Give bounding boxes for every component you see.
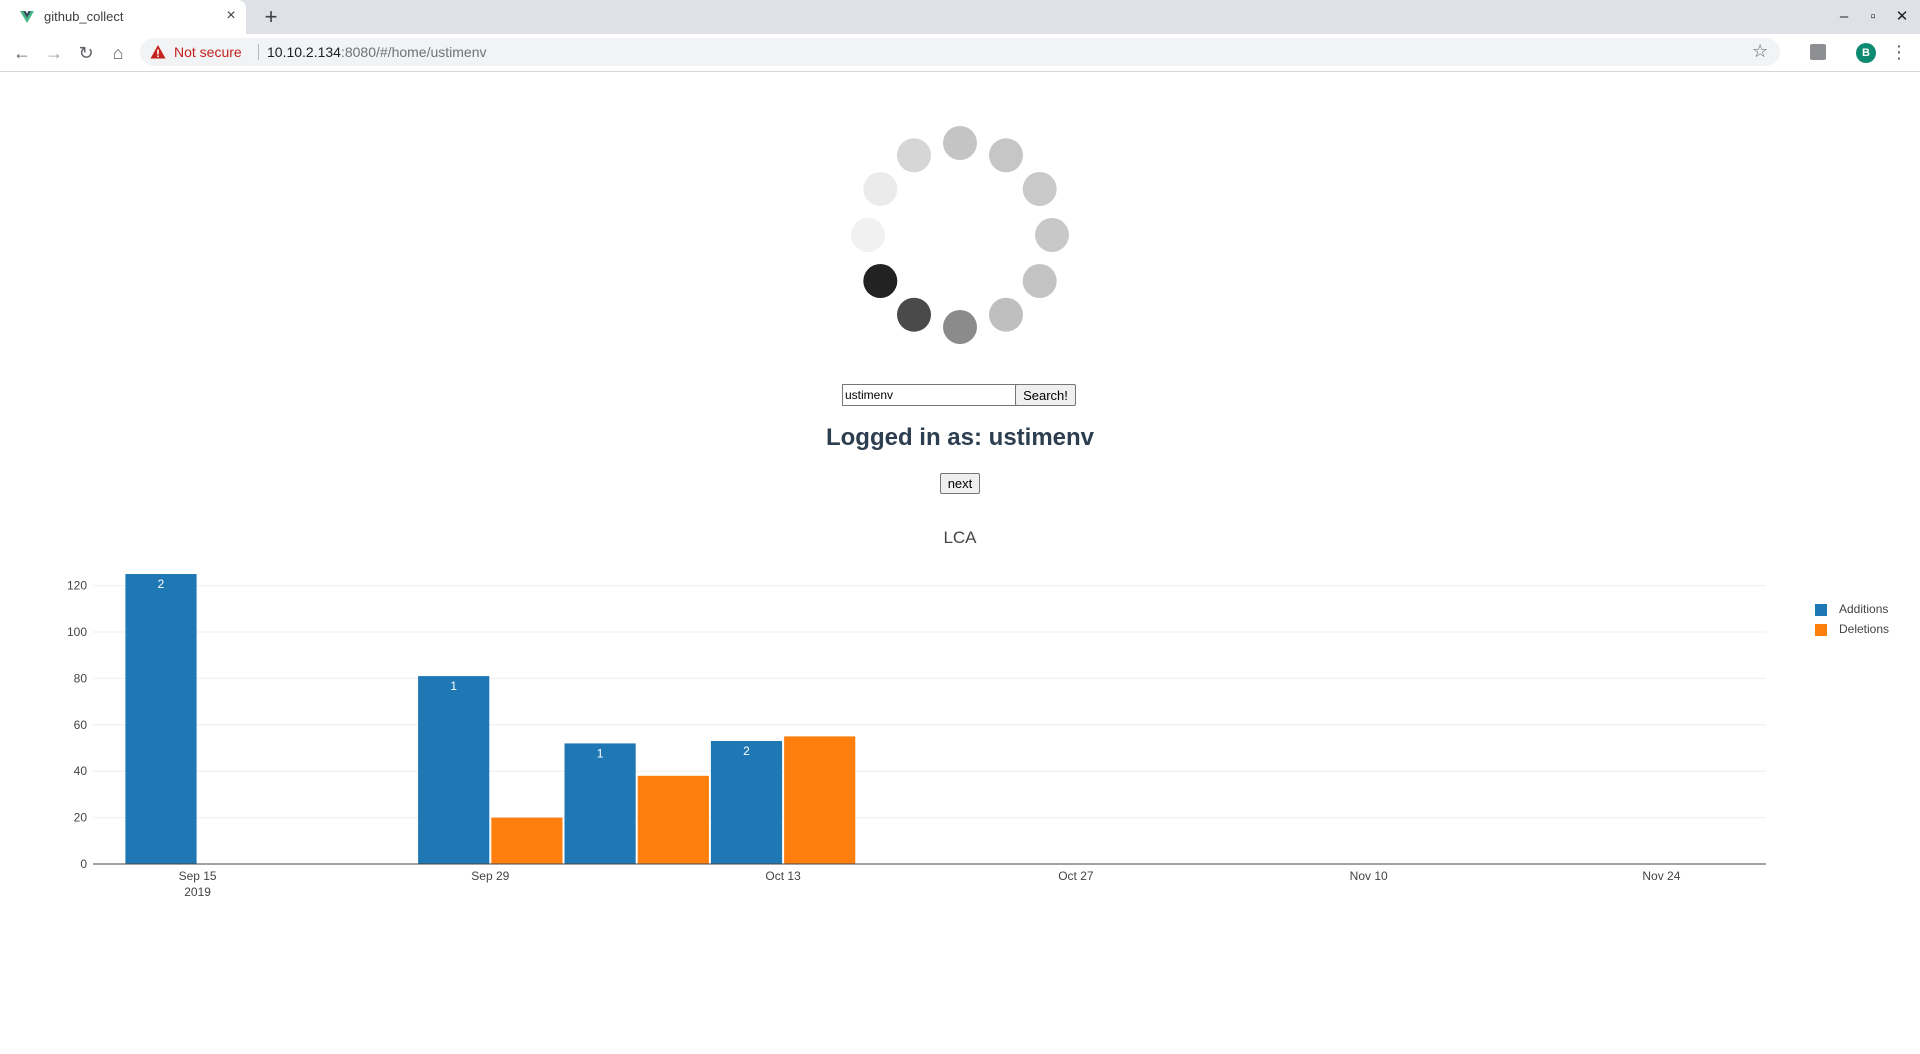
spinner-dot xyxy=(989,297,1023,332)
legend-swatch xyxy=(1815,624,1827,636)
y-tick-label: 100 xyxy=(67,625,87,639)
spinner-dot xyxy=(897,297,931,332)
gridlines xyxy=(93,585,1766,819)
bar-additions[interactable] xyxy=(418,676,490,864)
bar-data-label: 2 xyxy=(158,577,165,591)
address-bar[interactable]: Not secure 10.10.2.134:8080/#/home/ustim… xyxy=(140,38,1780,66)
y-tick-label: 40 xyxy=(74,764,88,778)
reload-icon[interactable]: ↻ xyxy=(74,41,98,65)
bar-additions[interactable] xyxy=(564,743,636,864)
bar-deletions[interactable] xyxy=(637,775,709,864)
spinner-dot xyxy=(943,310,977,344)
page-content: Search! Logged in as: ustimenv next LCA … xyxy=(0,72,1920,1054)
search-input[interactable] xyxy=(842,384,1018,406)
minimize-icon[interactable]: – xyxy=(1833,6,1855,28)
spinner-dot xyxy=(943,126,977,160)
warning-triangle-icon xyxy=(150,45,166,59)
back-arrow-icon[interactable]: ← xyxy=(10,41,34,65)
extension-icon[interactable] xyxy=(1810,44,1826,60)
bars: 2 1 1 2 xyxy=(125,574,856,864)
bar-additions[interactable] xyxy=(710,741,783,864)
bar-data-label: 1 xyxy=(597,746,604,760)
vue-logo-icon xyxy=(20,11,34,23)
y-tick-label: 80 xyxy=(74,671,88,685)
maximize-icon[interactable]: ▫ xyxy=(1862,6,1884,28)
legend-item-deletions[interactable]: Deletions xyxy=(1815,620,1915,640)
spinner-dot xyxy=(863,264,898,298)
bar-additions[interactable] xyxy=(125,574,197,864)
close-window-icon[interactable]: ✕ xyxy=(1891,6,1913,28)
url-path: :8080/#/home/ustimenv xyxy=(340,44,487,60)
bar-data-label: 1 xyxy=(450,679,457,693)
search-button[interactable]: Search! xyxy=(1015,384,1076,406)
loading-spinner xyxy=(851,126,1069,344)
y-tick-label: 120 xyxy=(67,579,87,593)
url-text[interactable]: 10.10.2.134:8080/#/home/ustimenv xyxy=(267,44,487,60)
profile-avatar[interactable]: B xyxy=(1856,43,1876,63)
bar-deletions[interactable] xyxy=(784,736,856,864)
next-button[interactable]: next xyxy=(940,473,980,494)
y-tick-label: 20 xyxy=(74,811,88,825)
legend-item-additions[interactable]: Additions xyxy=(1815,600,1915,620)
bookmark-star-icon[interactable]: ☆ xyxy=(1752,41,1768,62)
y-tick-label: 60 xyxy=(74,718,88,732)
tab-github-collect[interactable]: github_collect × xyxy=(0,0,246,34)
new-tab-button[interactable]: + xyxy=(260,6,282,28)
bar-deletions[interactable] xyxy=(491,817,563,864)
browser-toolbar: ← → ↻ ⌂ Not secure 10.10.2.134:8080/#/ho… xyxy=(0,34,1920,72)
x-tick-label: Oct 27 xyxy=(1058,869,1094,883)
spinner-dot xyxy=(989,138,1023,173)
legend-label: Deletions xyxy=(1839,622,1890,636)
spinner-dot xyxy=(863,172,898,206)
x-tick-label: Sep 29 xyxy=(471,869,509,883)
browser-window: github_collect × + – ▫ ✕ ← → ↻ ⌂ Not sec… xyxy=(0,0,1920,1054)
spinner-dot xyxy=(1022,172,1057,206)
omnibox-divider xyxy=(258,44,259,60)
chart-legend: Additions Deletions xyxy=(1815,600,1915,640)
forward-arrow-icon[interactable]: → xyxy=(42,41,66,65)
spinner-dot xyxy=(897,138,931,173)
tab-close-icon[interactable]: × xyxy=(222,7,240,25)
legend-swatch xyxy=(1815,604,1827,616)
browser-menu-icon[interactable]: ⋮ xyxy=(1890,42,1908,62)
spinner-dot xyxy=(1035,218,1069,252)
bar-chart: 0 20 40 60 80 100 120 2 1 1 2 Sep 15 2019 Sep 29 Oct 1… xyxy=(67,574,1766,899)
spinner-dot xyxy=(851,218,885,252)
logged-in-heading: Logged in as: ustimenv xyxy=(825,424,1095,451)
x-tick-label: Nov 10 xyxy=(1350,869,1388,883)
y-tick-label: 0 xyxy=(80,857,87,871)
tab-strip: github_collect × + – ▫ ✕ xyxy=(0,0,1920,34)
x-tick-year-label: 2019 xyxy=(184,885,211,899)
chart-title: LCA xyxy=(943,528,977,547)
not-secure-label[interactable]: Not secure xyxy=(174,44,242,60)
x-tick-label: Sep 15 xyxy=(179,869,217,883)
legend-label: Additions xyxy=(1839,602,1889,616)
x-tick-label: Oct 13 xyxy=(765,869,801,883)
home-icon[interactable]: ⌂ xyxy=(106,41,130,65)
bar-data-label: 2 xyxy=(743,744,750,758)
tab-title: github_collect xyxy=(44,9,124,24)
url-host: 10.10.2.134 xyxy=(267,44,341,60)
spinner-dot xyxy=(1022,264,1057,298)
x-tick-label: Nov 24 xyxy=(1642,869,1680,883)
